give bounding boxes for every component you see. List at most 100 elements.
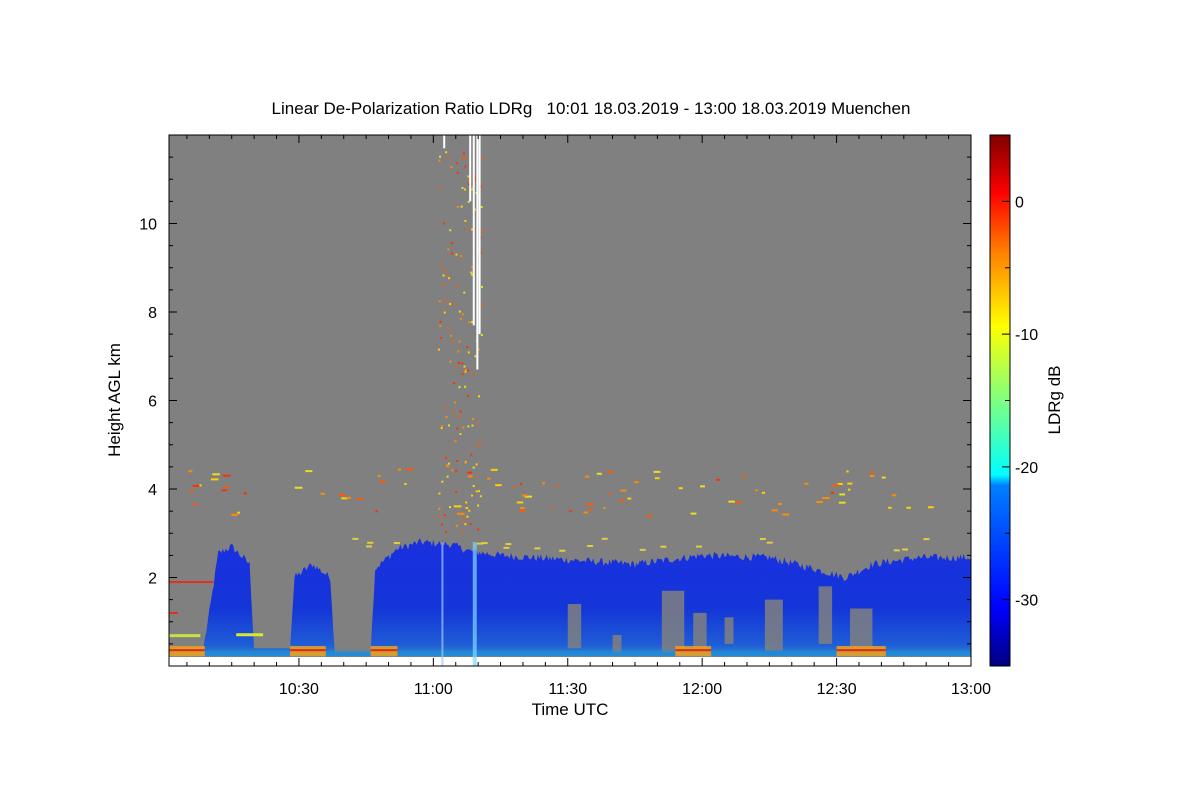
speckle [467, 227, 470, 230]
speckle [459, 317, 462, 320]
speckle [451, 303, 454, 306]
speckle [447, 326, 450, 329]
speckle [375, 510, 378, 513]
speckle [457, 362, 460, 365]
speckle [477, 490, 480, 493]
speckle [461, 531, 464, 534]
speckle [467, 395, 470, 398]
speckle [461, 186, 464, 189]
speckle [455, 253, 458, 256]
speckle [445, 151, 448, 154]
speckle [440, 337, 443, 340]
speckle [700, 485, 705, 488]
speckle [583, 511, 588, 514]
speckle [466, 346, 469, 349]
cloud-gap [612, 635, 622, 653]
speckle [456, 512, 465, 515]
speckle [456, 284, 459, 287]
speckle [451, 252, 454, 255]
speckle [461, 313, 464, 316]
speckle [782, 513, 790, 516]
speckle [461, 156, 464, 159]
speckle [830, 491, 835, 494]
x-tick-label: 12:30 [817, 681, 857, 698]
speckle [923, 538, 930, 541]
speckle [627, 497, 632, 500]
speckle [444, 456, 447, 459]
speckle [460, 255, 463, 258]
cloud-gap [661, 590, 685, 653]
speckle [847, 482, 853, 485]
speckle [199, 484, 202, 487]
speckle [442, 222, 445, 225]
speckle [471, 424, 474, 427]
speckle [472, 418, 475, 421]
speckle [224, 486, 230, 489]
speckle [339, 493, 345, 496]
speckle [462, 426, 465, 429]
speckle [440, 427, 443, 430]
speckle [447, 424, 450, 427]
speckle [761, 491, 766, 494]
speckle [461, 362, 464, 365]
speckle [468, 509, 471, 512]
x-axis-label: Time UTC [532, 700, 609, 719]
speckle [459, 433, 462, 436]
speckle [439, 155, 442, 158]
missing-data-streak [472, 135, 475, 326]
ground-streak [472, 542, 477, 666]
speckle [476, 542, 483, 545]
speckle [822, 496, 830, 499]
speckle [192, 484, 201, 487]
speckle [464, 219, 467, 222]
speckle [438, 515, 441, 518]
speckle [716, 478, 720, 481]
speckle [438, 492, 441, 495]
speckle [461, 519, 464, 522]
y-tick-label: 4 [148, 482, 157, 499]
speckle [816, 501, 824, 504]
speckle [847, 488, 851, 491]
speckle [449, 229, 452, 232]
speckle [927, 506, 934, 509]
missing-data-streak [476, 135, 479, 370]
speckle [446, 475, 449, 478]
warm-band-line [370, 649, 398, 652]
speckle [453, 382, 456, 385]
speckle [441, 523, 444, 526]
chart-title: Linear De-Polarization Ratio LDRg 10:01 … [272, 99, 911, 118]
speckle [469, 523, 472, 526]
x-tick-label: 11:00 [414, 681, 453, 698]
speckle [346, 496, 352, 499]
y-tick-label: 8 [148, 305, 157, 322]
speckle [585, 475, 590, 478]
speckle [470, 271, 473, 274]
speckle [438, 159, 441, 162]
speckle [742, 475, 746, 478]
speckle [439, 320, 442, 323]
speckle [477, 504, 480, 507]
speckle [466, 515, 469, 518]
speckle [451, 469, 454, 472]
speckle [653, 470, 661, 473]
speckle [559, 549, 566, 552]
speckle [479, 441, 482, 444]
speckle [771, 509, 778, 512]
speckle [443, 514, 446, 517]
speckle [519, 483, 523, 486]
speckle [447, 156, 450, 159]
warm-band-line [289, 649, 326, 652]
speckle [456, 459, 459, 462]
speckle [463, 517, 466, 520]
speckle [521, 494, 528, 497]
y-tick-label: 10 [139, 217, 157, 234]
speckle [464, 369, 467, 372]
speckle [467, 425, 470, 428]
speckle [755, 489, 758, 492]
speckle [646, 515, 653, 518]
speckle [881, 476, 886, 479]
speckle [458, 415, 461, 418]
speckle [606, 471, 614, 474]
speckle [551, 506, 555, 509]
speckle [189, 490, 194, 493]
